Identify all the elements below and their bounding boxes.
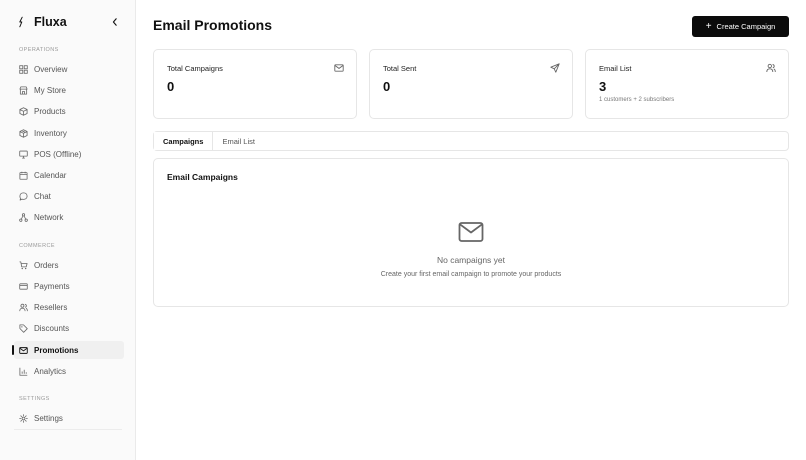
sidebar-item-label: My Store xyxy=(34,85,67,95)
sidebar-item-label: POS (Offline) xyxy=(34,149,82,159)
mail-icon xyxy=(19,346,28,355)
empty-state-description: Create your first email campaign to prom… xyxy=(380,271,562,278)
sidebar-item-label: Analytics xyxy=(34,366,67,376)
create-campaign-label: Create Campaign xyxy=(716,22,776,31)
brand: Fluxa xyxy=(16,13,120,31)
sidebar-item-products[interactable]: Products xyxy=(14,102,124,120)
cart-icon xyxy=(19,260,28,270)
mail-icon xyxy=(458,221,484,243)
sidebar-item-overview[interactable]: Overview xyxy=(14,60,124,78)
fluxa-logo-icon xyxy=(16,15,26,29)
bar-chart-icon xyxy=(19,367,28,376)
tab-bar: Campaigns Email List xyxy=(153,131,789,151)
app-root: Fluxa OPERATIONS Overview My Store Produ… xyxy=(0,0,806,460)
sidebar-item-label: Overview xyxy=(34,64,68,74)
sidebar-item-chat[interactable]: Chat xyxy=(14,187,124,205)
sidebar-item-payments[interactable]: Payments xyxy=(14,277,124,295)
sidebar-item-calendar[interactable]: Calendar xyxy=(14,166,124,184)
panel-title: Email Campaigns xyxy=(167,172,238,182)
calendar-icon xyxy=(19,171,28,180)
sidebar-item-label: Orders xyxy=(34,260,59,270)
users-icon xyxy=(19,303,28,312)
sidebar: Fluxa OPERATIONS Overview My Store Produ… xyxy=(0,0,136,460)
sidebar-item-label: Network xyxy=(34,212,64,222)
store-icon xyxy=(19,85,28,95)
sidebar-item-discounts[interactable]: Discounts xyxy=(14,319,124,337)
sidebar-item-resellers[interactable]: Resellers xyxy=(14,298,124,316)
grid-icon xyxy=(19,64,28,74)
section-label-settings: SETTINGS xyxy=(19,396,50,402)
stat-card-email-list: Email List 3 1 customers + 2 subscribers xyxy=(585,49,789,119)
sidebar-item-promotions[interactable]: Promotions xyxy=(12,341,124,359)
mail-icon xyxy=(334,63,344,73)
stat-card-total-sent: Total Sent 0 xyxy=(369,49,573,119)
sidebar-item-label: Resellers xyxy=(34,302,68,312)
sidebar-item-my-store[interactable]: My Store xyxy=(14,81,124,99)
sidebar-divider xyxy=(14,429,122,430)
gear-icon xyxy=(19,413,28,423)
stat-card-total-campaigns: Total Campaigns 0 xyxy=(153,49,357,119)
users-icon xyxy=(766,63,776,73)
plus-icon: + xyxy=(705,20,712,32)
section-label-operations: OPERATIONS xyxy=(19,47,59,53)
send-icon xyxy=(550,63,560,73)
main-content: Email Promotions + Create Campaign Total… xyxy=(136,0,806,460)
stat-value: 0 xyxy=(167,79,175,94)
sidebar-item-network[interactable]: Network xyxy=(14,208,124,226)
network-icon xyxy=(19,212,28,222)
empty-state-title: No campaigns yet xyxy=(436,255,506,265)
sidebar-item-label: Products xyxy=(34,106,66,116)
sidebar-item-label: Payments xyxy=(34,281,70,291)
sidebar-item-label: Inventory xyxy=(34,128,67,138)
brand-name: Fluxa xyxy=(34,15,67,29)
box-icon xyxy=(19,106,28,116)
monitor-icon xyxy=(19,150,28,159)
sidebar-item-label: Calendar xyxy=(34,170,67,180)
sidebar-item-settings[interactable]: Settings xyxy=(14,409,124,427)
sidebar-item-orders[interactable]: Orders xyxy=(14,256,124,274)
stat-label: Email List xyxy=(599,64,632,73)
sidebar-item-label: Settings xyxy=(34,413,63,423)
card-icon xyxy=(19,282,28,291)
stat-value: 3 xyxy=(599,79,607,94)
create-campaign-button[interactable]: + Create Campaign xyxy=(692,16,789,37)
stat-label: Total Sent xyxy=(383,64,417,73)
email-campaigns-panel: Email Campaigns No campaigns yet Create … xyxy=(153,158,789,307)
stat-label: Total Campaigns xyxy=(167,64,223,73)
sidebar-item-label: Chat xyxy=(34,191,51,201)
tab-email-list[interactable]: Email List xyxy=(213,132,264,150)
sidebar-item-label: Promotions xyxy=(34,345,79,355)
stat-subtext: 1 customers + 2 subscribers xyxy=(599,97,675,103)
tab-campaigns[interactable]: Campaigns xyxy=(154,132,214,150)
page-title: Email Promotions xyxy=(153,17,273,33)
tag-icon xyxy=(19,323,28,333)
sidebar-item-analytics[interactable]: Analytics xyxy=(14,362,124,380)
section-label-commerce: COMMERCE xyxy=(19,243,55,249)
package-icon xyxy=(19,128,28,138)
chevron-left-icon[interactable] xyxy=(110,16,120,28)
chat-icon xyxy=(19,191,28,201)
sidebar-item-label: Discounts xyxy=(34,323,70,333)
stat-value: 0 xyxy=(383,79,391,94)
sidebar-item-inventory[interactable]: Inventory xyxy=(14,124,124,142)
sidebar-item-pos[interactable]: POS (Offline) xyxy=(14,145,124,163)
